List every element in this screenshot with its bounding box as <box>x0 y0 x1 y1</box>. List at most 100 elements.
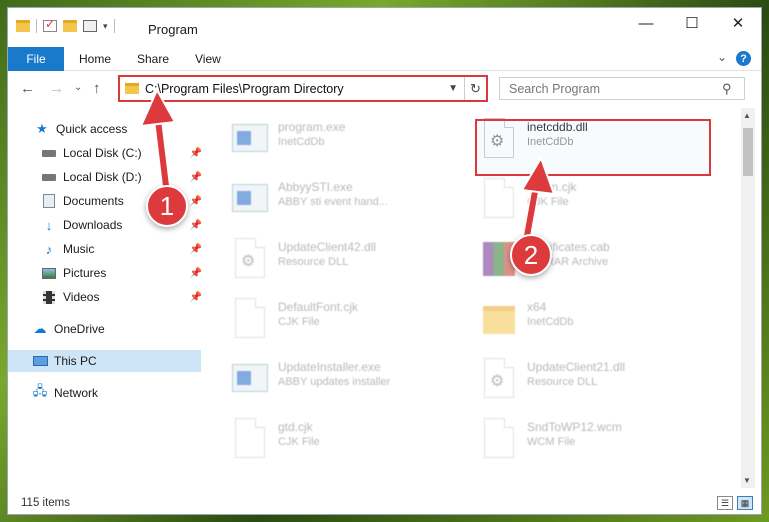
sidebar-item-pictures[interactable]: Pictures 📌 <box>41 262 202 284</box>
sidebar-item-local-disk-d[interactable]: Local Disk (D:) 📌 <box>41 166 202 188</box>
computer-icon <box>32 354 48 368</box>
tab-file[interactable]: File <box>8 47 64 71</box>
file-item[interactable]: AbbyySTI.exe ABBY sti event hand... <box>232 174 472 228</box>
back-button[interactable]: ← <box>20 80 35 97</box>
close-button[interactable]: ✕ <box>715 8 761 38</box>
vertical-scrollbar[interactable]: ▲ ▼ <box>741 108 755 488</box>
scroll-up-icon[interactable]: ▲ <box>743 111 751 120</box>
file-name: UpdateClient21.dll <box>527 360 626 374</box>
sidebar-item-label: Videos <box>63 290 100 304</box>
toolbar-separator <box>36 19 37 33</box>
sidebar-item-this-pc[interactable]: This PC <box>8 350 201 372</box>
file-name: program.exe <box>278 120 346 134</box>
file-item[interactable]: UpdateInstaller.exe ABBY updates installe… <box>232 354 472 408</box>
up-button[interactable]: ↑ <box>93 80 101 97</box>
tab-home[interactable]: Home <box>79 52 111 66</box>
details-view-icon[interactable]: ☰ <box>717 496 733 510</box>
file-item[interactable]: SndToWP12.wcm WCM File <box>481 414 721 468</box>
expand-ribbon-icon[interactable]: ⌄ <box>717 50 727 64</box>
file-item[interactable]: program.exe InetCdDb <box>232 114 472 168</box>
exe-file-icon <box>232 178 268 220</box>
file-name: gtd.cjk <box>278 420 313 434</box>
pin-icon[interactable]: 📌 <box>190 172 202 183</box>
title-bar: ▾ Program — ☐ ✕ <box>8 8 761 44</box>
file-item[interactable]: ⚙ UpdateClient21.dll Resource DLL <box>481 354 721 408</box>
folder-item[interactable]: x64 InetCdDb <box>481 294 721 348</box>
pin-icon[interactable]: 📌 <box>190 196 202 207</box>
file-name: AbbyySTI.exe <box>278 180 353 194</box>
minimize-button[interactable]: — <box>623 8 669 38</box>
document-file-icon <box>232 418 268 460</box>
address-bar[interactable]: C:\Program Files\Program Directory ▼ ↻ <box>118 75 488 102</box>
search-icon[interactable]: ⚲ <box>722 81 744 97</box>
file-description: CJK File <box>527 196 569 208</box>
sidebar-item-label: Quick access <box>56 122 128 136</box>
customize-toolbar-icon[interactable] <box>83 20 97 32</box>
new-folder-icon[interactable] <box>63 20 77 32</box>
folder-icon <box>16 20 30 32</box>
address-path[interactable]: C:\Program Files\Program Directory <box>145 82 448 96</box>
tab-share[interactable]: Share <box>137 52 169 66</box>
sidebar-item-music[interactable]: ♪ Music 📌 <box>41 238 202 260</box>
pin-icon[interactable]: 📌 <box>190 292 202 303</box>
search-box[interactable]: Search Program ⚲ <box>499 77 745 100</box>
properties-check-icon[interactable] <box>43 17 57 32</box>
quick-access-toolbar: ▾ <box>16 17 115 33</box>
pin-icon[interactable]: 📌 <box>190 244 202 255</box>
toolbar-dropdown-icon[interactable]: ▾ <box>103 21 108 32</box>
file-name: x64 <box>527 300 547 314</box>
sidebar-item-network[interactable]: 🖧 Network <box>32 382 201 404</box>
file-item[interactable]: gtd.cjk CJK File <box>232 414 472 468</box>
status-bar: 115 items ☰ ▦ <box>8 492 761 514</box>
videos-icon <box>41 290 57 304</box>
large-icons-view-icon[interactable]: ▦ <box>737 496 753 510</box>
recent-locations-button[interactable]: ⌄ <box>74 82 82 93</box>
file-description: Resource DLL <box>527 376 598 388</box>
tab-view[interactable]: View <box>195 52 221 66</box>
file-name: SndToWP12.wcm <box>527 420 622 434</box>
file-description: InetCdDb <box>278 136 325 148</box>
drive-icon <box>41 146 57 160</box>
help-icon[interactable]: ? <box>736 51 751 66</box>
forward-button[interactable]: → <box>49 80 64 97</box>
navigation-bar: ← → ⌄ ↑ C:\Program Files\Program Directo… <box>8 72 761 104</box>
file-description: ABBY updates installer <box>278 376 391 388</box>
search-input[interactable]: Search Program <box>509 82 722 96</box>
navigation-pane: ★ Quick access Local Disk (C:) 📌 Local D… <box>8 112 202 482</box>
sidebar-item-label: Documents <box>63 194 124 208</box>
sidebar-item-label: Pictures <box>63 266 107 280</box>
downloads-icon: ↓ <box>45 217 53 233</box>
documents-icon <box>41 194 57 208</box>
sidebar-item-label: Local Disk (C:) <box>63 146 142 160</box>
pin-icon[interactable]: 📌 <box>190 220 202 231</box>
chevron-down-icon[interactable]: ▼ <box>448 83 458 94</box>
file-item[interactable]: Clean.cjk CJK File <box>481 174 721 228</box>
window-controls: — ☐ ✕ <box>623 8 761 38</box>
scroll-down-icon[interactable]: ▼ <box>743 476 751 485</box>
file-description: CJK File <box>278 436 320 448</box>
file-item[interactable]: DefaultFont.cjk CJK File <box>232 294 472 348</box>
explorer-window: ▾ Program — ☐ ✕ File Home Share View ⌄ ?… <box>7 7 762 515</box>
file-description: InetCdDb <box>527 316 574 328</box>
scrollbar-thumb[interactable] <box>743 128 753 176</box>
item-count: 115 items <box>21 497 71 509</box>
pin-icon[interactable]: 📌 <box>190 268 202 279</box>
maximize-button[interactable]: ☐ <box>669 8 715 38</box>
file-name: DefaultFont.cjk <box>278 300 359 314</box>
ribbon-tabs: File Home Share View ⌄ ? <box>8 47 761 71</box>
sidebar-item-label: OneDrive <box>54 322 105 336</box>
refresh-button[interactable]: ↻ <box>464 77 486 100</box>
dll-file-icon: ⚙ <box>232 238 268 280</box>
sidebar-item-label: Network <box>54 386 99 400</box>
highlight-box <box>475 119 711 176</box>
dll-file-icon: ⚙ <box>481 358 517 400</box>
annotation-badge-1: 1 <box>146 185 188 227</box>
sidebar-item-onedrive[interactable]: ☁ OneDrive <box>32 318 201 340</box>
file-description: ABBY sti event hand... <box>278 196 388 208</box>
sidebar-item-videos[interactable]: Videos 📌 <box>41 286 202 308</box>
sidebar-item-quick-access[interactable]: ★ Quick access <box>34 118 201 140</box>
sidebar-item-local-disk-c[interactable]: Local Disk (C:) 📌 <box>41 142 202 164</box>
pin-icon[interactable]: 📌 <box>190 148 202 159</box>
document-file-icon <box>481 418 517 460</box>
file-item[interactable]: ⚙ UpdateClient42.dll Resource DLL <box>232 234 472 288</box>
